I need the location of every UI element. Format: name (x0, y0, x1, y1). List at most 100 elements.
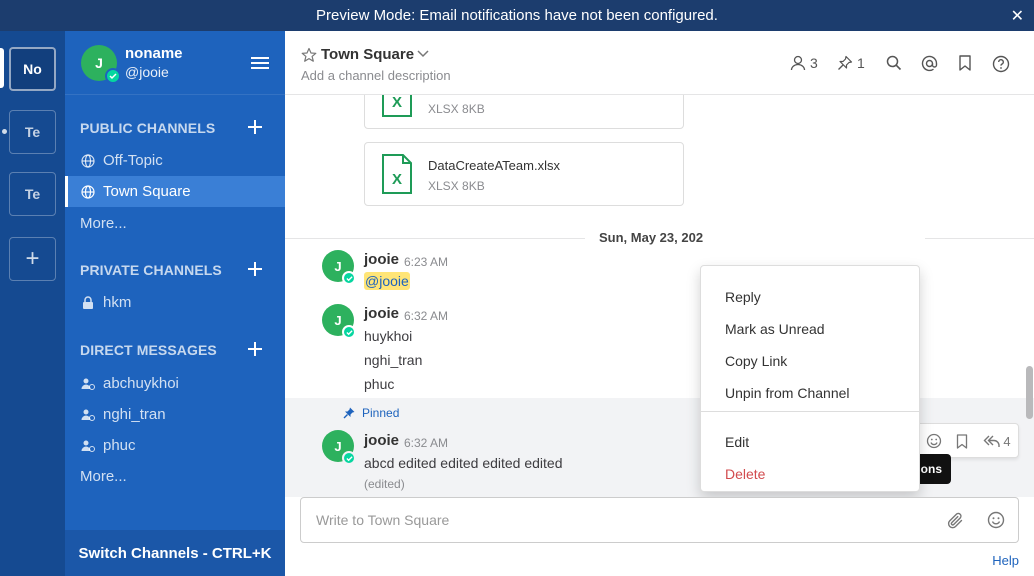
globe-icon (81, 153, 95, 168)
post-author[interactable]: jooie (364, 432, 399, 449)
post-avatar-initial: J (334, 258, 342, 274)
pin-icon (838, 55, 853, 70)
add-team-button[interactable]: + (9, 237, 56, 281)
sidebar-item-dm-phuc[interactable]: phuc (65, 430, 285, 461)
at-mention-icon (921, 55, 938, 72)
file-name[interactable]: DataCreateATeam.xlsx (428, 158, 560, 173)
team-sidebar: No Te Te + (0, 31, 65, 576)
sidebar-item-label: nghi_tran (103, 406, 166, 423)
team-unread-dot (2, 129, 7, 134)
user-away-icon (81, 409, 95, 421)
menu-item-copy-link[interactable]: Copy Link (725, 353, 787, 369)
sidebar-item-town-square[interactable]: Town Square (65, 176, 285, 207)
reply-count: 4 (1003, 433, 1011, 449)
team-button-te-2[interactable]: Te (9, 172, 56, 216)
search-button[interactable] (886, 55, 902, 71)
file-meta: XLSX 8KB (428, 102, 485, 116)
chevron-down-icon[interactable] (417, 50, 429, 58)
sidebar-item-label: Off-Topic (103, 152, 163, 169)
file-attachment[interactable]: X XLSX 8KB (364, 95, 684, 129)
member-icon (790, 55, 806, 71)
sidebar-item-label: hkm (103, 294, 132, 311)
team-selected-indicator (0, 48, 4, 88)
post-avatar-initial: J (334, 312, 342, 328)
bookmark-icon (956, 433, 968, 449)
menu-item-unpin[interactable]: Unpin from Channel (725, 385, 850, 401)
favorite-star-icon[interactable] (301, 47, 317, 63)
direct-messages-more-link[interactable]: More... (80, 468, 127, 485)
private-channels-heading: PRIVATE CHANNELS (80, 262, 222, 278)
banner-close-icon[interactable]: ✕ (1011, 6, 1024, 26)
post-message: @jooie (364, 272, 410, 290)
team-button-te-1[interactable]: Te (9, 110, 56, 154)
center-channel: Town Square Add a channel description 3 … (285, 31, 1034, 576)
channel-name[interactable]: Town Square (321, 46, 414, 63)
reply-button[interactable]: 4 (980, 428, 1014, 454)
mentions-button[interactable] (921, 55, 938, 72)
add-direct-message-icon[interactable] (248, 342, 262, 356)
post-list-scrollbar[interactable] (1026, 366, 1033, 419)
post-time[interactable]: 6:32 AM (404, 436, 448, 450)
menu-item-edit[interactable]: Edit (725, 434, 749, 450)
sidebar-item-label: Town Square (103, 183, 191, 200)
user-name: noname (125, 45, 183, 62)
date-separator-text: Sun, May 23, 202 (599, 230, 704, 245)
public-channels-more-link[interactable]: More... (80, 215, 127, 232)
add-reaction-button[interactable] (923, 428, 945, 454)
file-attachment[interactable]: X DataCreateATeam.xlsx XLSX 8KB (364, 142, 684, 206)
svg-text:X: X (392, 95, 402, 111)
preview-mode-banner: Preview Mode: Email notifications have n… (0, 0, 1034, 31)
members-button[interactable]: 3 (790, 55, 818, 71)
add-private-channel-icon[interactable] (248, 262, 262, 276)
post-message-line: huykhoi (364, 328, 413, 344)
switch-channels-button[interactable]: Switch Channels - CTRL+K (65, 530, 285, 576)
banner-text: Preview Mode: Email notifications have n… (316, 7, 718, 24)
sidebar-item-hkm[interactable]: hkm (65, 287, 285, 318)
post-author[interactable]: jooie (364, 305, 399, 322)
sidebar-item-dm-abchuykhoi[interactable]: abchuykhoi (65, 368, 285, 399)
channel-header: Town Square Add a channel description 3 … (285, 31, 1034, 95)
message-composer[interactable]: Write to Town Square (300, 497, 1019, 543)
pin-icon (343, 407, 355, 419)
add-public-channel-icon[interactable] (248, 120, 262, 134)
menu-item-delete[interactable]: Delete (725, 466, 765, 482)
menu-item-reply[interactable]: Reply (725, 289, 761, 305)
svg-text:X: X (392, 171, 402, 188)
post-author[interactable]: jooie (364, 251, 399, 268)
attachment-icon[interactable] (947, 512, 965, 530)
menu-item-mark-as-unread[interactable]: Mark as Unread (725, 321, 825, 337)
edited-indicator: (edited) (364, 477, 405, 491)
channel-description[interactable]: Add a channel description (301, 68, 451, 83)
save-post-button[interactable] (951, 428, 973, 454)
team-button-no[interactable]: No (9, 47, 56, 91)
composer-placeholder[interactable]: Write to Town Square (316, 512, 449, 528)
pinned-indicator: Pinned (343, 406, 399, 420)
sidebar-item-dm-nghi-tran[interactable]: nghi_tran (65, 399, 285, 430)
post-time[interactable]: 6:32 AM (404, 309, 448, 323)
sidebar-item-label: abchuykhoi (103, 375, 179, 392)
help-button[interactable] (992, 55, 1010, 73)
lock-icon (83, 295, 93, 309)
help-link[interactable]: Help (992, 553, 1019, 568)
sidebar-header: J noname @jooie (65, 31, 285, 95)
online-status-icon (342, 451, 356, 465)
post-time[interactable]: 6:23 AM (404, 255, 448, 269)
search-icon (886, 55, 902, 71)
date-separator-line (925, 238, 1034, 239)
excel-file-icon: X (382, 154, 412, 194)
public-channels-heading: PUBLIC CHANNELS (80, 120, 216, 136)
sidebar-item-off-topic[interactable]: Off-Topic (65, 145, 285, 176)
saved-posts-button[interactable] (958, 55, 972, 71)
emoji-icon[interactable] (987, 511, 1005, 529)
mention-highlight[interactable]: @jooie (364, 272, 410, 290)
hamburger-menu-icon[interactable] (251, 56, 269, 70)
globe-icon (81, 184, 95, 199)
emoji-icon (926, 433, 942, 449)
excel-file-icon: X (382, 95, 412, 117)
direct-messages-heading: DIRECT MESSAGES (80, 342, 217, 358)
menu-divider (701, 411, 919, 412)
post-list: X XLSX 8KB X DataCreateATeam.xlsx XLSX 8… (285, 95, 1034, 497)
pinned-posts-button[interactable]: 1 (837, 55, 865, 71)
post-message-line: phuc (364, 376, 395, 392)
date-separator-line (285, 238, 585, 239)
